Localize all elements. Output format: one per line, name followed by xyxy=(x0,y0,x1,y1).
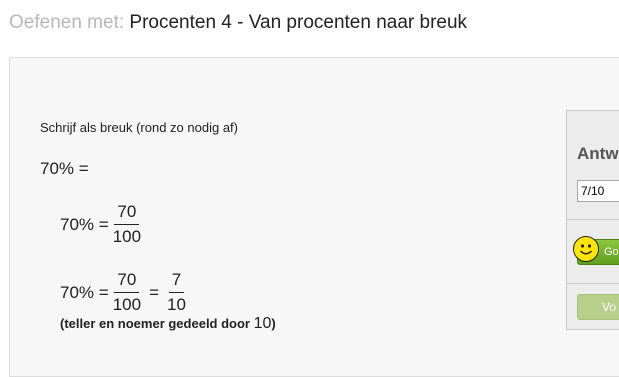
step1-lhs: 70% = xyxy=(60,214,109,234)
fraction-7-10: 7 10 xyxy=(167,270,186,315)
question-prompt: 70% = xyxy=(40,159,89,178)
note-close: ) xyxy=(271,316,276,331)
next-button[interactable]: Vo xyxy=(577,294,619,320)
fraction-70-100: 70 100 xyxy=(113,270,141,315)
fraction-numerator: 7 xyxy=(168,270,185,293)
fraction-denominator: 10 xyxy=(167,295,186,314)
fraction-numerator: 70 xyxy=(114,202,140,225)
answer-sidebar: Antw Goe Vo xyxy=(566,110,619,330)
explanation-note: (teller en noemer gedeeld door 10) xyxy=(60,315,276,333)
instruction-text: Schrijf als breuk (rond zo nodig af) xyxy=(40,120,238,135)
fraction-70-100: 70 100 xyxy=(113,202,141,247)
equals-sign: = xyxy=(149,282,159,302)
page-header: Oefenen met: Procenten 4 - Van procenten… xyxy=(9,12,467,34)
fraction-denominator: 100 xyxy=(112,295,142,314)
note-value: 10 xyxy=(253,315,272,332)
exercise-panel: Schrijf als breuk (rond zo nodig af) 70%… xyxy=(9,57,619,377)
answer-title: Antw xyxy=(577,144,619,163)
fraction-denominator: 100 xyxy=(112,227,142,246)
answer-input[interactable] xyxy=(577,180,619,202)
note-text: (teller en noemer gedeeld door xyxy=(60,316,254,331)
step2-lhs: 70% = xyxy=(60,282,109,302)
smiley-icon xyxy=(573,236,599,262)
page-title: Procenten 4 - Van procenten naar breuk xyxy=(129,12,468,33)
solution-step-2: 70% = 70 100 = 7 10 xyxy=(60,270,190,315)
divider xyxy=(567,219,619,220)
header-prefix: Oefenen met: xyxy=(9,12,125,33)
divider xyxy=(567,283,619,284)
fraction-numerator: 70 xyxy=(114,270,140,293)
solution-step-1: 70% = 70 100 xyxy=(60,202,145,247)
